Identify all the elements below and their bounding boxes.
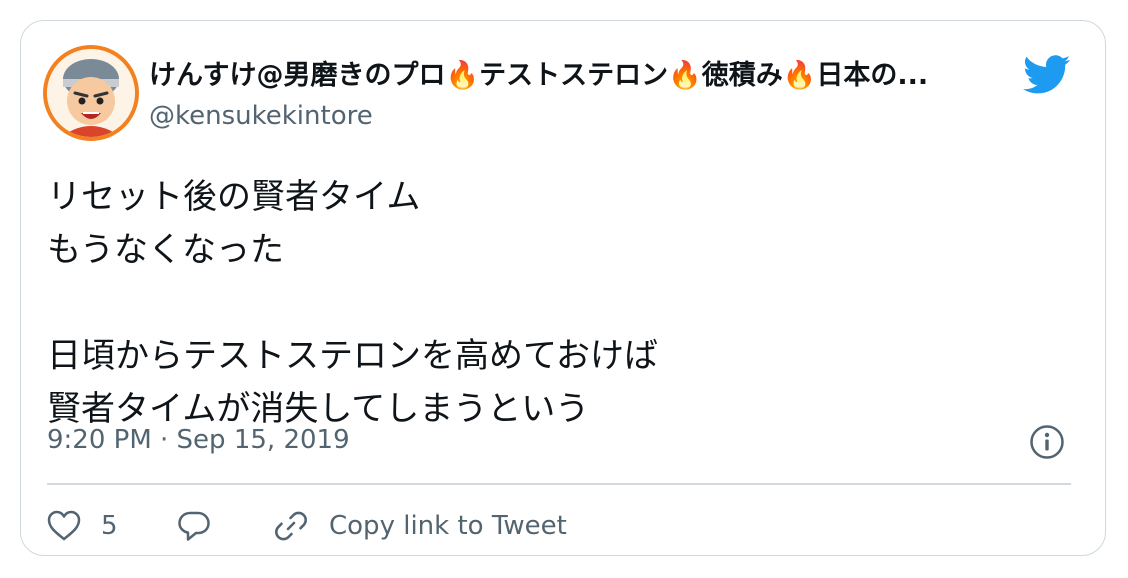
reply-button[interactable] — [177, 501, 211, 551]
avatar-cartoon-man-icon — [47, 49, 135, 137]
tweet-text: リセット後の賢者タイム もうなくなった 日頃からテストステロンを高めておけば 賢… — [47, 171, 1067, 436]
tweet-actions: 5 Copy link to Tweet — [47, 501, 1067, 551]
like-button[interactable]: 5 — [47, 501, 118, 551]
tweet-timestamp[interactable]: 9:20 PM · Sep 15, 2019 — [47, 425, 350, 455]
tweet-line: もうなくなった — [47, 230, 284, 270]
reply-bubble-icon — [178, 511, 210, 541]
heart-icon — [47, 510, 81, 541]
copy-link-label: Copy link to Tweet — [329, 511, 567, 541]
link-icon — [275, 511, 307, 541]
tweet-line: リセット後の賢者タイム — [47, 177, 421, 217]
twitter-bird-icon[interactable] — [1023, 55, 1071, 95]
author-display-name[interactable]: けんすけ@男磨きのプロ🔥テストステロン🔥徳積み🔥日本の... — [149, 53, 1015, 92]
copy-link-button[interactable]: Copy link to Tweet — [273, 501, 567, 551]
author-handle[interactable]: @kensukekintore — [149, 101, 373, 131]
info-icon[interactable] — [1029, 424, 1065, 460]
divider — [47, 483, 1071, 485]
like-count: 5 — [101, 511, 118, 541]
tweet-line: 日頃からテストステロンを高めておけば — [47, 336, 658, 376]
tweet-card: けんすけ@男磨きのプロ🔥テストステロン🔥徳積み🔥日本の... @kensukek… — [20, 20, 1106, 556]
author-avatar[interactable] — [43, 45, 139, 141]
